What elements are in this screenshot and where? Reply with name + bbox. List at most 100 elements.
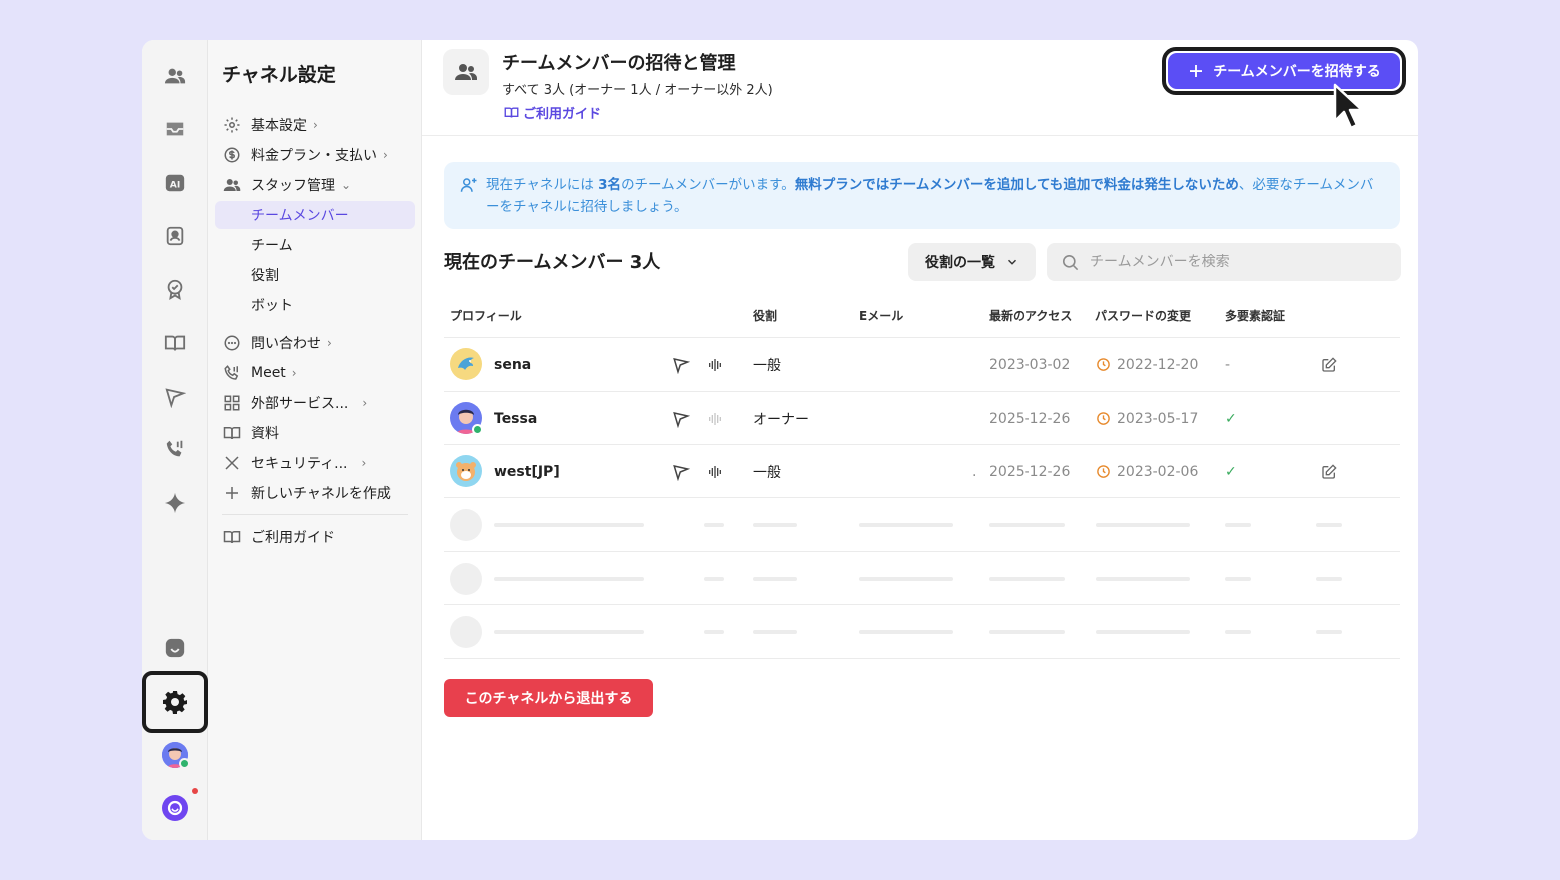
column-header-mfa: 多要素認証 [1225, 309, 1286, 323]
info-text: のチームメンバーがいます。 [621, 177, 795, 193]
nav-item-label: 新しいチャネルを作成 [251, 486, 391, 502]
password-changed: 2023-02-06 [1096, 445, 1198, 498]
nav-sub-teams[interactable]: チーム [215, 231, 415, 259]
invite-member-button[interactable]: チームメンバーを招待する [1168, 53, 1400, 89]
page-title: チームメンバーの招待と管理 [502, 53, 736, 74]
password-changed-date: 2023-05-17 [1117, 410, 1199, 427]
guide-link-label: ご利用ガイド [523, 107, 602, 122]
table-row[interactable]: sena 一般 2023-03-02 2022-12-20 - [444, 338, 1400, 391]
phone-icon[interactable] [163, 437, 187, 461]
phone-icon [223, 364, 241, 382]
member-name: sena [494, 356, 532, 373]
voice-call-icon[interactable] [707, 338, 723, 391]
channel-logo-icon[interactable] [162, 795, 188, 821]
nav-divider [222, 514, 408, 515]
add-user-icon [460, 178, 477, 192]
nav-sub-roles[interactable]: 役割 [215, 261, 415, 289]
skeleton-row [444, 605, 1400, 658]
search-icon [1062, 254, 1079, 270]
section-title: 現在のチームメンバー 3人 [444, 252, 661, 273]
invite-button-label: チームメンバーを招待する [1213, 64, 1381, 80]
voice-call-icon[interactable] [707, 445, 723, 498]
app-window: AI チャネル設定 基本設定 › 料金プラン・支払い › スタッフ管理 ⌄ チー… [142, 40, 1418, 840]
nav-item-label: 料金プラン・支払い [251, 148, 377, 164]
message-icon[interactable] [672, 392, 690, 445]
notification-dot [192, 788, 198, 794]
team-icon [223, 176, 241, 194]
clock-icon [1096, 357, 1111, 372]
invite-button-highlight: チームメンバーを招待する [1162, 47, 1406, 95]
svg-text:AI: AI [170, 180, 181, 191]
member-name: Tessa [494, 410, 538, 427]
nav-item-security[interactable]: セキュリティ... › [215, 449, 415, 477]
nav-item-guide[interactable]: ご利用ガイド [215, 523, 415, 551]
nav-item-label: スタッフ管理 [251, 178, 335, 194]
nav-sub-team-members[interactable]: チームメンバー [215, 201, 415, 229]
nav-item-billing[interactable]: 料金プラン・支払い › [215, 141, 415, 169]
settings-button[interactable] [142, 671, 208, 733]
clock-icon [1096, 464, 1111, 479]
contacts-icon[interactable] [163, 224, 187, 248]
edit-icon[interactable] [1321, 445, 1337, 498]
info-bold-count: 3名 [598, 177, 622, 193]
send-icon[interactable] [163, 385, 187, 409]
nav-item-staff[interactable]: スタッフ管理 ⌄ [215, 171, 415, 199]
main-panel: チームメンバーの招待と管理 すべて 3人 (オーナー 1人 / オーナー以外 2… [422, 40, 1418, 840]
column-header-email: Eメール [859, 309, 904, 323]
skeleton-row [444, 498, 1400, 551]
book-icon [223, 424, 241, 442]
nav-item-external-services[interactable]: 外部サービス... › [215, 389, 415, 417]
last-access-date: 2025-12-26 [989, 463, 1071, 480]
guide-link[interactable]: ご利用ガイド [504, 103, 601, 122]
inbox-icon[interactable] [163, 117, 187, 141]
book-icon [504, 107, 519, 118]
member-search[interactable] [1047, 243, 1401, 281]
nav-item-label: セキュリティ... [251, 456, 348, 472]
column-header-password-change: パスワードの変更 [1095, 309, 1192, 323]
table-divider [444, 658, 1400, 659]
password-changed-date: 2022-12-20 [1117, 356, 1199, 373]
chevron-right-icon: › [327, 336, 332, 350]
team-chat-icon[interactable] [163, 64, 187, 88]
mfa-check-icon: ✓ [1225, 410, 1237, 427]
settings-nav: チャネル設定 基本設定 › 料金プラン・支払い › スタッフ管理 ⌄ チームメン… [208, 40, 422, 840]
member-role: 一般 [753, 464, 781, 481]
edit-icon[interactable] [1321, 338, 1337, 391]
nav-item-inquiries[interactable]: 問い合わせ › [215, 329, 415, 357]
nav-item-meet[interactable]: Meet › [215, 359, 415, 387]
sparkle-icon[interactable] [163, 491, 187, 515]
roles-dropdown[interactable]: 役割の一覧 [908, 243, 1036, 281]
nav-item-basic-settings[interactable]: 基本設定 › [215, 111, 415, 139]
grid-icon [223, 394, 241, 412]
nav-sub-bots[interactable]: ボット [215, 291, 415, 319]
docs-book-icon[interactable] [163, 331, 187, 355]
mfa-check-icon: ✓ [1225, 463, 1237, 480]
chat-bubble-icon [223, 334, 241, 352]
table-row[interactable]: Tessa オーナー 2025-12-26 2023-05-17 ✓ [444, 392, 1400, 445]
last-access-date: 2025-12-26 [989, 410, 1071, 427]
member-role: 一般 [753, 357, 781, 374]
chevron-right-icon: › [361, 456, 367, 470]
table-row[interactable]: west[JP] 一般 . 2025-12-26 2023-02-06 ✓ [444, 445, 1400, 498]
nav-item-documents[interactable]: 資料 [215, 419, 415, 447]
dollar-icon [223, 146, 241, 164]
chevron-right-icon: › [383, 148, 388, 162]
channel-talk-icon[interactable] [163, 636, 187, 660]
message-icon[interactable] [672, 338, 690, 391]
last-access-date: 2023-03-02 [989, 356, 1071, 373]
chevron-right-icon: › [313, 118, 318, 132]
page-header: チームメンバーの招待と管理 すべて 3人 (オーナー 1人 / オーナー以外 2… [422, 40, 1418, 136]
icon-rail: AI [142, 40, 208, 840]
search-input[interactable] [1090, 254, 1380, 270]
clock-icon [1096, 411, 1111, 426]
ai-icon[interactable]: AI [163, 171, 187, 195]
info-text: 現在チャネルには [486, 177, 599, 193]
team-icon [443, 49, 489, 95]
skeleton-row [444, 552, 1400, 605]
leave-channel-button[interactable]: このチャネルから退出する [444, 679, 653, 717]
nav-item-new-channel[interactable]: 新しいチャネルを作成 [215, 479, 415, 507]
marketing-badge-icon[interactable] [163, 277, 187, 301]
member-name: west[JP] [494, 463, 560, 480]
message-icon[interactable] [672, 445, 690, 498]
voice-call-icon [707, 392, 723, 445]
